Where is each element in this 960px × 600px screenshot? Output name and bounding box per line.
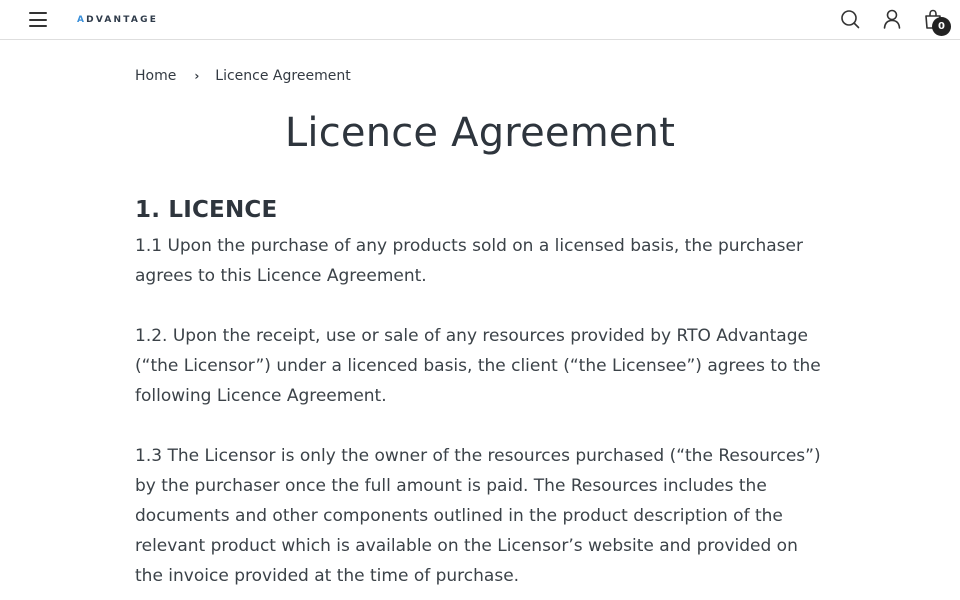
paragraph-1-3: 1.3 The Licensor is only the owner of th… — [135, 446, 821, 586]
chevron-right-icon: › — [194, 69, 200, 83]
breadcrumb: Home › Licence Agreement — [135, 68, 351, 84]
section-heading: 1. LICENCE — [135, 197, 278, 223]
agreement-content: 1. LICENCE 1.1 Upon the purchase of any … — [135, 197, 825, 600]
user-icon[interactable] — [881, 8, 903, 30]
hamburger-menu-icon[interactable] — [29, 12, 47, 27]
paragraph-1-1: 1.1 Upon the purchase of any products so… — [135, 236, 803, 286]
site-header: ADVANTAGE 0 — [0, 0, 960, 40]
breadcrumb-home-link[interactable]: Home — [135, 68, 176, 84]
site-logo[interactable]: ADVANTAGE — [77, 15, 158, 25]
breadcrumb-current: Licence Agreement — [215, 68, 351, 84]
cart-count-badge: 0 — [932, 17, 951, 36]
paragraph-1-2: 1.2. Upon the receipt, use or sale of an… — [135, 326, 821, 406]
search-icon[interactable] — [839, 8, 861, 30]
page-title: Licence Agreement — [284, 110, 676, 156]
